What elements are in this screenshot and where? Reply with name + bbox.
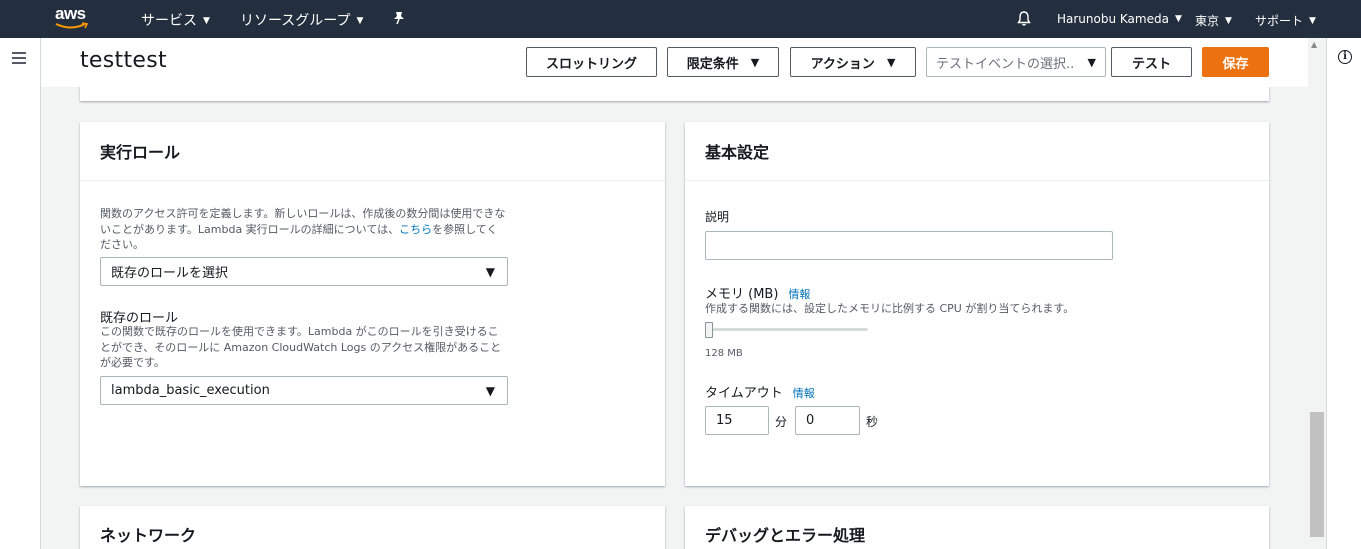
chevron-down-icon: ▼ xyxy=(356,16,364,26)
throttle-button[interactable]: スロットリング xyxy=(526,47,657,77)
timeout-label: タイムアウト xyxy=(705,386,783,401)
memory-slider-handle[interactable] xyxy=(705,322,713,338)
caret-down-icon: ▼ xyxy=(886,55,896,69)
timeout-label-row: タイムアウト 情報 xyxy=(705,382,815,401)
scrollbar-thumb[interactable] xyxy=(1310,412,1324,537)
memory-label: メモリ (MB) xyxy=(705,287,779,302)
test-button-label: テスト xyxy=(1131,56,1171,72)
resource-groups-menu[interactable]: リソースグループ ▼ xyxy=(240,10,363,30)
aws-logo[interactable]: aws xyxy=(55,4,95,34)
services-menu[interactable]: サービス ▼ xyxy=(141,10,210,30)
chevron-down-icon: ▼ xyxy=(1225,16,1232,26)
page-title: testtest xyxy=(80,48,167,73)
existing-role-description: この関数で既存のロールを使用できます。Lambda がこのロールを引き受けること… xyxy=(100,325,502,369)
chevron-down-icon: ▼ xyxy=(203,16,210,26)
qualifiers-button-label: 限定条件 xyxy=(686,56,739,72)
pin-icon[interactable] xyxy=(393,11,405,29)
execution-role-title: 実行ロール xyxy=(80,122,665,181)
debug-panel: デバッグとエラー処理 xyxy=(685,506,1269,549)
aws-smile-icon xyxy=(55,22,89,29)
save-button[interactable]: 保存 xyxy=(1202,47,1269,77)
memory-label-row: メモリ (MB) 情報 xyxy=(705,283,810,302)
timeout-info-link[interactable]: 情報 xyxy=(793,387,815,400)
description-label: 説明 xyxy=(705,210,730,224)
scroll-up-arrow-icon[interactable]: ▲ xyxy=(1311,40,1317,49)
actions-button[interactable]: アクション ▼ xyxy=(790,47,916,77)
timeout-minutes-unit: 分 xyxy=(775,415,788,429)
info-panel-icon[interactable]: i xyxy=(1338,50,1352,64)
left-rail xyxy=(0,38,41,549)
role-mode-select[interactable]: 既存のロールを選択 ▼ xyxy=(100,257,508,286)
support-menu[interactable]: サポート ▼ xyxy=(1255,12,1316,29)
existing-role-value: lambda_basic_execution xyxy=(111,383,270,398)
notifications-bell-icon[interactable] xyxy=(1016,10,1032,31)
caret-down-icon: ▼ xyxy=(750,55,760,69)
test-event-placeholder: テストイベントの選択.. xyxy=(936,56,1075,72)
network-panel: ネットワーク xyxy=(80,506,665,549)
basic-settings-title: 基本設定 xyxy=(685,122,1269,181)
debug-title: デバッグとエラー処理 xyxy=(685,506,1269,549)
learn-more-link[interactable]: こちら xyxy=(399,223,432,236)
region-menu-label: 東京 xyxy=(1195,14,1220,28)
top-nav-bar: aws サービス ▼ リソースグループ ▼ Harunobu Kameda ▼ 東京 ▼… xyxy=(0,0,1361,38)
description-input[interactable] xyxy=(705,231,1113,260)
caret-down-icon: ▼ xyxy=(485,264,495,279)
aws-logo-text: aws xyxy=(55,4,86,23)
memory-description: 作成する関数には、設定したメモリに比例する CPU が割り当てられます。 xyxy=(705,302,1075,315)
timeout-minutes-input[interactable]: 15 xyxy=(705,406,769,435)
existing-role-select[interactable]: lambda_basic_execution ▼ xyxy=(100,376,508,405)
hamburger-menu-icon[interactable] xyxy=(12,52,26,67)
test-event-select[interactable]: テストイベントの選択.. ▼ xyxy=(926,47,1106,77)
function-header: testtest スロットリング 限定条件 ▼ アクション ▼ テストイベントの選択… xyxy=(41,38,1308,87)
timeout-seconds-unit: 秒 xyxy=(866,415,879,429)
user-menu[interactable]: Harunobu Kameda ▼ xyxy=(1057,12,1182,26)
network-title: ネットワーク xyxy=(80,506,665,549)
memory-info-link[interactable]: 情報 xyxy=(788,288,810,301)
chevron-down-icon: ▼ xyxy=(1174,14,1182,24)
memory-slider-track[interactable] xyxy=(705,328,868,331)
caret-down-icon: ▼ xyxy=(485,383,495,398)
qualifiers-button[interactable]: 限定条件 ▼ xyxy=(667,47,779,77)
execution-role-panel: 実行ロール 関数のアクセス許可を定義します。新しいロールは、作成後の数分間は使用… xyxy=(80,122,665,486)
chevron-down-icon: ▼ xyxy=(1309,16,1316,26)
execution-role-description: 関数のアクセス許可を定義します。新しいロールは、作成後の数分間は使用できないこと… xyxy=(100,207,506,251)
test-button[interactable]: テスト xyxy=(1111,47,1192,77)
caret-down-icon: ▼ xyxy=(1087,55,1096,69)
save-button-label: 保存 xyxy=(1222,56,1249,72)
basic-settings-panel: 基本設定 説明 メモリ (MB) 情報 作成する関数には、設定したメモリに比例する… xyxy=(685,122,1269,486)
actions-button-label: アクション xyxy=(810,56,875,72)
services-menu-label: サービス xyxy=(141,13,197,29)
resource-groups-menu-label: リソースグループ xyxy=(240,13,351,29)
region-menu[interactable]: 東京 ▼ xyxy=(1195,12,1232,29)
memory-value: 128 MB xyxy=(705,348,743,359)
throttle-button-label: スロットリング xyxy=(545,56,637,72)
right-rail: i xyxy=(1326,38,1361,549)
role-mode-value: 既存のロールを選択 xyxy=(111,266,229,281)
user-menu-label: Harunobu Kameda xyxy=(1057,12,1169,26)
support-menu-label: サポート xyxy=(1255,14,1304,28)
timeout-seconds-input[interactable]: 0 xyxy=(795,406,860,435)
